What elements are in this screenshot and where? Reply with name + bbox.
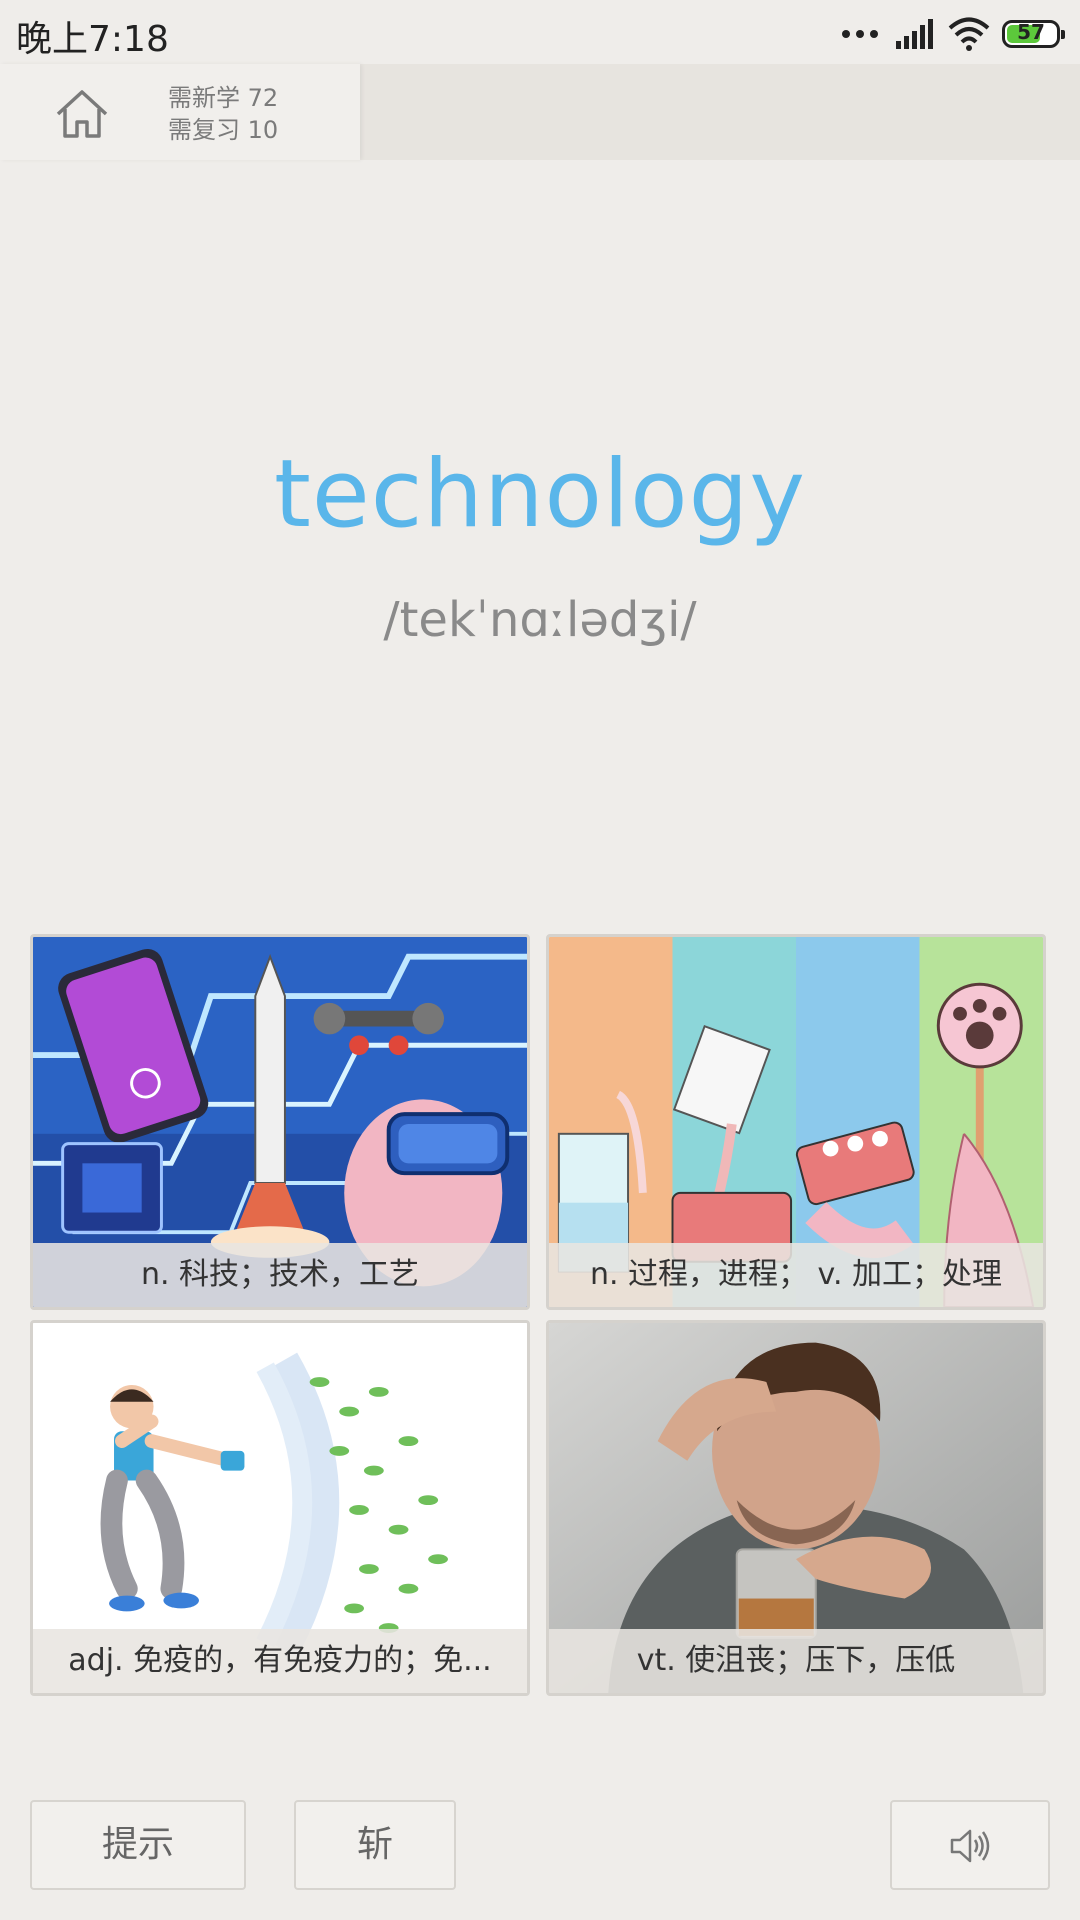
status-bar: 晚上7:18 57 — [0, 0, 1080, 68]
word-phonetic: /tekˈnɑːlədʒi/ — [383, 592, 697, 648]
status-time: 晚上7:18 — [16, 19, 169, 60]
hint-button[interactable]: 提示 — [30, 1800, 246, 1890]
review-count-label: 需复习 10 — [168, 116, 279, 144]
wifi-icon — [948, 17, 990, 51]
option-card-4[interactable]: vt. 使沮丧；压下，压低 — [546, 1320, 1046, 1696]
status-icons: 57 — [842, 14, 1065, 54]
battery-level: 57 — [1017, 20, 1045, 44]
learning-counts: 需新学 72 需复习 10 — [168, 82, 278, 146]
signal-icon — [896, 19, 933, 49]
word-title: technology — [274, 440, 806, 549]
option-caption-1: n. 科技；技术，工艺 — [33, 1243, 527, 1307]
option-card-1[interactable]: n. 科技；技术，工艺 — [30, 934, 530, 1310]
option-caption-2: n. 过程，进程； v. 加工；处理 — [549, 1243, 1043, 1307]
speaker-icon — [950, 1829, 990, 1863]
new-count-label: 需新学 72 — [168, 84, 279, 112]
option-card-2[interactable]: n. 过程，进程； v. 加工；处理 — [546, 934, 1046, 1310]
cut-button[interactable]: 斩 — [294, 1800, 456, 1890]
sound-button[interactable] — [890, 1800, 1050, 1890]
option-card-3[interactable]: adj. 免疫的，有免疫力的；免... — [30, 1320, 530, 1696]
home-icon[interactable] — [52, 84, 112, 144]
more-dots-icon — [842, 30, 878, 38]
option-caption-4: vt. 使沮丧；压下，压低 — [549, 1629, 1043, 1693]
progress-tab: 需新学 72 需复习 10 — [0, 64, 360, 160]
option-caption-3: adj. 免疫的，有免疫力的；免... — [33, 1629, 527, 1693]
battery-icon: 57 — [1002, 20, 1065, 48]
top-bar: 需新学 72 需复习 10 — [0, 64, 1080, 160]
